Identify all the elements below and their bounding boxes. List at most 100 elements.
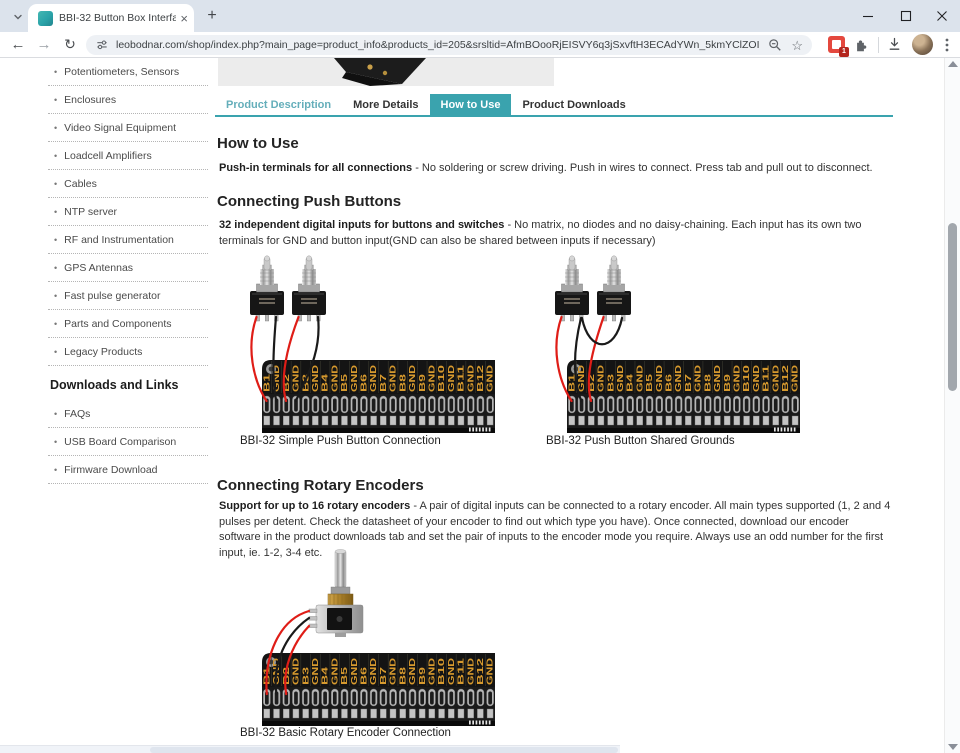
svg-text:B5: B5	[340, 666, 349, 685]
sidebar-item-usb-board-comparison[interactable]: • USB Board Comparison	[48, 428, 208, 456]
vertical-scrollbar[interactable]	[944, 58, 960, 753]
svg-text:GND: GND	[486, 658, 495, 685]
tab-product-downloads[interactable]: Product Downloads	[511, 94, 636, 115]
tab-title: BBI-32 Button Box Interface - V	[59, 12, 177, 24]
chevron-down-icon	[13, 14, 22, 19]
bullet-icon: •	[54, 66, 58, 77]
svg-text:GND: GND	[752, 365, 761, 392]
site-info-icon[interactable]	[95, 38, 109, 52]
svg-text:GND: GND	[597, 365, 606, 392]
window-close-button[interactable]	[926, 1, 958, 31]
tab-more-details[interactable]: More Details	[342, 94, 429, 115]
extension-badge: 1	[839, 47, 849, 57]
svg-text:B5: B5	[340, 373, 349, 392]
sidebar-item-faqs[interactable]: • FAQs	[48, 400, 208, 428]
bullet-icon: •	[54, 318, 58, 329]
zoom-indicator-icon[interactable]	[768, 38, 782, 52]
svg-text:B12: B12	[476, 364, 485, 392]
sidebar-item-parts-and-components[interactable]: • Parts and Components	[48, 310, 208, 338]
svg-text:GND: GND	[408, 658, 417, 685]
sidebar-item-label: Fast pulse generator	[64, 290, 161, 302]
sidebar-item-firmware-download[interactable]: • Firmware Download	[48, 456, 208, 484]
svg-text:B11: B11	[457, 364, 466, 392]
minimize-icon	[863, 15, 873, 18]
new-tab-button[interactable]: +	[202, 6, 222, 26]
address-bar[interactable]: leobodnar.com/shop/index.php?main_page=p…	[86, 35, 812, 55]
svg-text:GND: GND	[732, 365, 741, 392]
bullet-icon: •	[54, 150, 58, 161]
sidebar-item-potentiometers-sensors[interactable]: • Potentiometers, Sensors	[48, 58, 208, 86]
sidebar-item-label: Video Signal Equipment	[64, 122, 177, 134]
tab-how-to-use[interactable]: How to Use	[429, 94, 512, 115]
svg-text:GND: GND	[577, 365, 586, 392]
sidebar-item-label: GPS Antennas	[64, 262, 134, 274]
svg-text:B7: B7	[379, 373, 388, 392]
sidebar-item-cables[interactable]: • Cables	[48, 170, 208, 198]
tab-search-button[interactable]	[8, 7, 27, 26]
sidebar-item-gps-antennas[interactable]: • GPS Antennas	[48, 254, 208, 282]
sidebar-item-enclosures[interactable]: • Enclosures	[48, 86, 208, 114]
sidebar-item-label: USB Board Comparison	[64, 436, 177, 448]
scroll-up-arrow-icon[interactable]	[948, 61, 958, 67]
sidebar-item-ntp-server[interactable]: • NTP server	[48, 198, 208, 226]
category-list: • Potentiometers, Sensors • Enclosures • Vide…	[48, 58, 208, 366]
sidebar-item-video-signal-equipment[interactable]: • Video Signal Equipment	[48, 114, 208, 142]
svg-text:GND: GND	[447, 365, 456, 392]
sidebar-item-label: Legacy Products	[64, 346, 143, 358]
svg-text:GND: GND	[486, 365, 495, 392]
sidebar-item-legacy-products[interactable]: • Legacy Products	[48, 338, 208, 366]
svg-text:B5: B5	[645, 373, 654, 392]
intro-text: - No soldering or screw driving. Push in…	[412, 162, 873, 174]
svg-text:GND: GND	[389, 658, 398, 685]
sidebar-item-label: Loadcell Amplifiers	[64, 150, 152, 162]
product-board-photo	[334, 58, 426, 86]
svg-text:GND: GND	[655, 365, 664, 392]
downloads-list: • FAQs • USB Board Comparison • Firmware Down…	[48, 400, 208, 484]
svg-text:B1: B1	[262, 373, 271, 392]
svg-text:GND: GND	[369, 658, 378, 685]
adblock-extension-icon[interactable]: 1	[828, 36, 849, 57]
bullet-icon: •	[54, 206, 58, 217]
svg-text:GND: GND	[350, 365, 359, 392]
extensions-puzzle-icon[interactable]	[852, 36, 869, 58]
reload-button[interactable]: ↻	[58, 32, 82, 57]
svg-text:GND: GND	[311, 365, 320, 392]
browser-tab[interactable]: BBI-32 Button Box Interface - V ×	[28, 4, 194, 32]
forward-button[interactable]: →	[32, 32, 56, 57]
vertical-scrollbar-thumb[interactable]	[948, 223, 957, 391]
window-minimize-button[interactable]	[852, 1, 884, 31]
sidebar-heading-downloads: Downloads and Links	[50, 378, 179, 392]
window-maximize-button[interactable]	[890, 1, 922, 31]
sidebar-item-fast-pulse-generator[interactable]: • Fast pulse generator	[48, 282, 208, 310]
svg-text:B4: B4	[321, 666, 330, 685]
sidebar-item-loadcell-amplifiers[interactable]: • Loadcell Amplifiers	[48, 142, 208, 170]
profile-avatar[interactable]	[912, 34, 933, 55]
figure-simple-push-button-connection: B1 GND B2 GND B3 GND B4 GND B5 GND B6 GND B7 GND B8 GND…	[240, 255, 495, 433]
maximize-icon	[900, 10, 912, 22]
svg-text:B3: B3	[301, 373, 310, 392]
page-title: How to Use	[217, 135, 299, 152]
tab-close-icon[interactable]: ×	[180, 12, 188, 25]
sidebar-item-label: RF and Instrumentation	[64, 234, 174, 246]
svg-text:B8: B8	[703, 373, 712, 392]
svg-text:GND: GND	[466, 365, 475, 392]
product-photo-cropped	[218, 58, 554, 86]
tab-product-description[interactable]: Product Description	[215, 94, 342, 115]
category-sidebar: • Potentiometers, Sensors • Enclosures • Vide…	[48, 58, 208, 484]
horizontal-scrollbar[interactable]	[0, 745, 620, 753]
window-titlebar: BBI-32 Button Box Interface - V × +	[0, 0, 960, 32]
downloads-icon[interactable]	[886, 36, 903, 58]
bullet-icon: •	[54, 346, 58, 357]
bookmark-star-icon[interactable]: ☆	[791, 39, 803, 52]
svg-text:GND: GND	[292, 365, 301, 392]
svg-text:B10: B10	[742, 364, 751, 392]
sidebar-item-label: NTP server	[64, 206, 118, 218]
svg-text:GND: GND	[389, 365, 398, 392]
back-button[interactable]: ←	[6, 32, 30, 57]
scroll-down-arrow-icon[interactable]	[948, 744, 958, 750]
menu-dots-icon[interactable]	[940, 37, 954, 58]
bullet-icon: •	[54, 94, 58, 105]
sidebar-item-rf-and-instrumentation[interactable]: • RF and Instrumentation	[48, 226, 208, 254]
horizontal-scrollbar-thumb[interactable]	[150, 747, 618, 753]
page-content: • Potentiometers, Sensors • Enclosures • Vide…	[0, 58, 944, 753]
